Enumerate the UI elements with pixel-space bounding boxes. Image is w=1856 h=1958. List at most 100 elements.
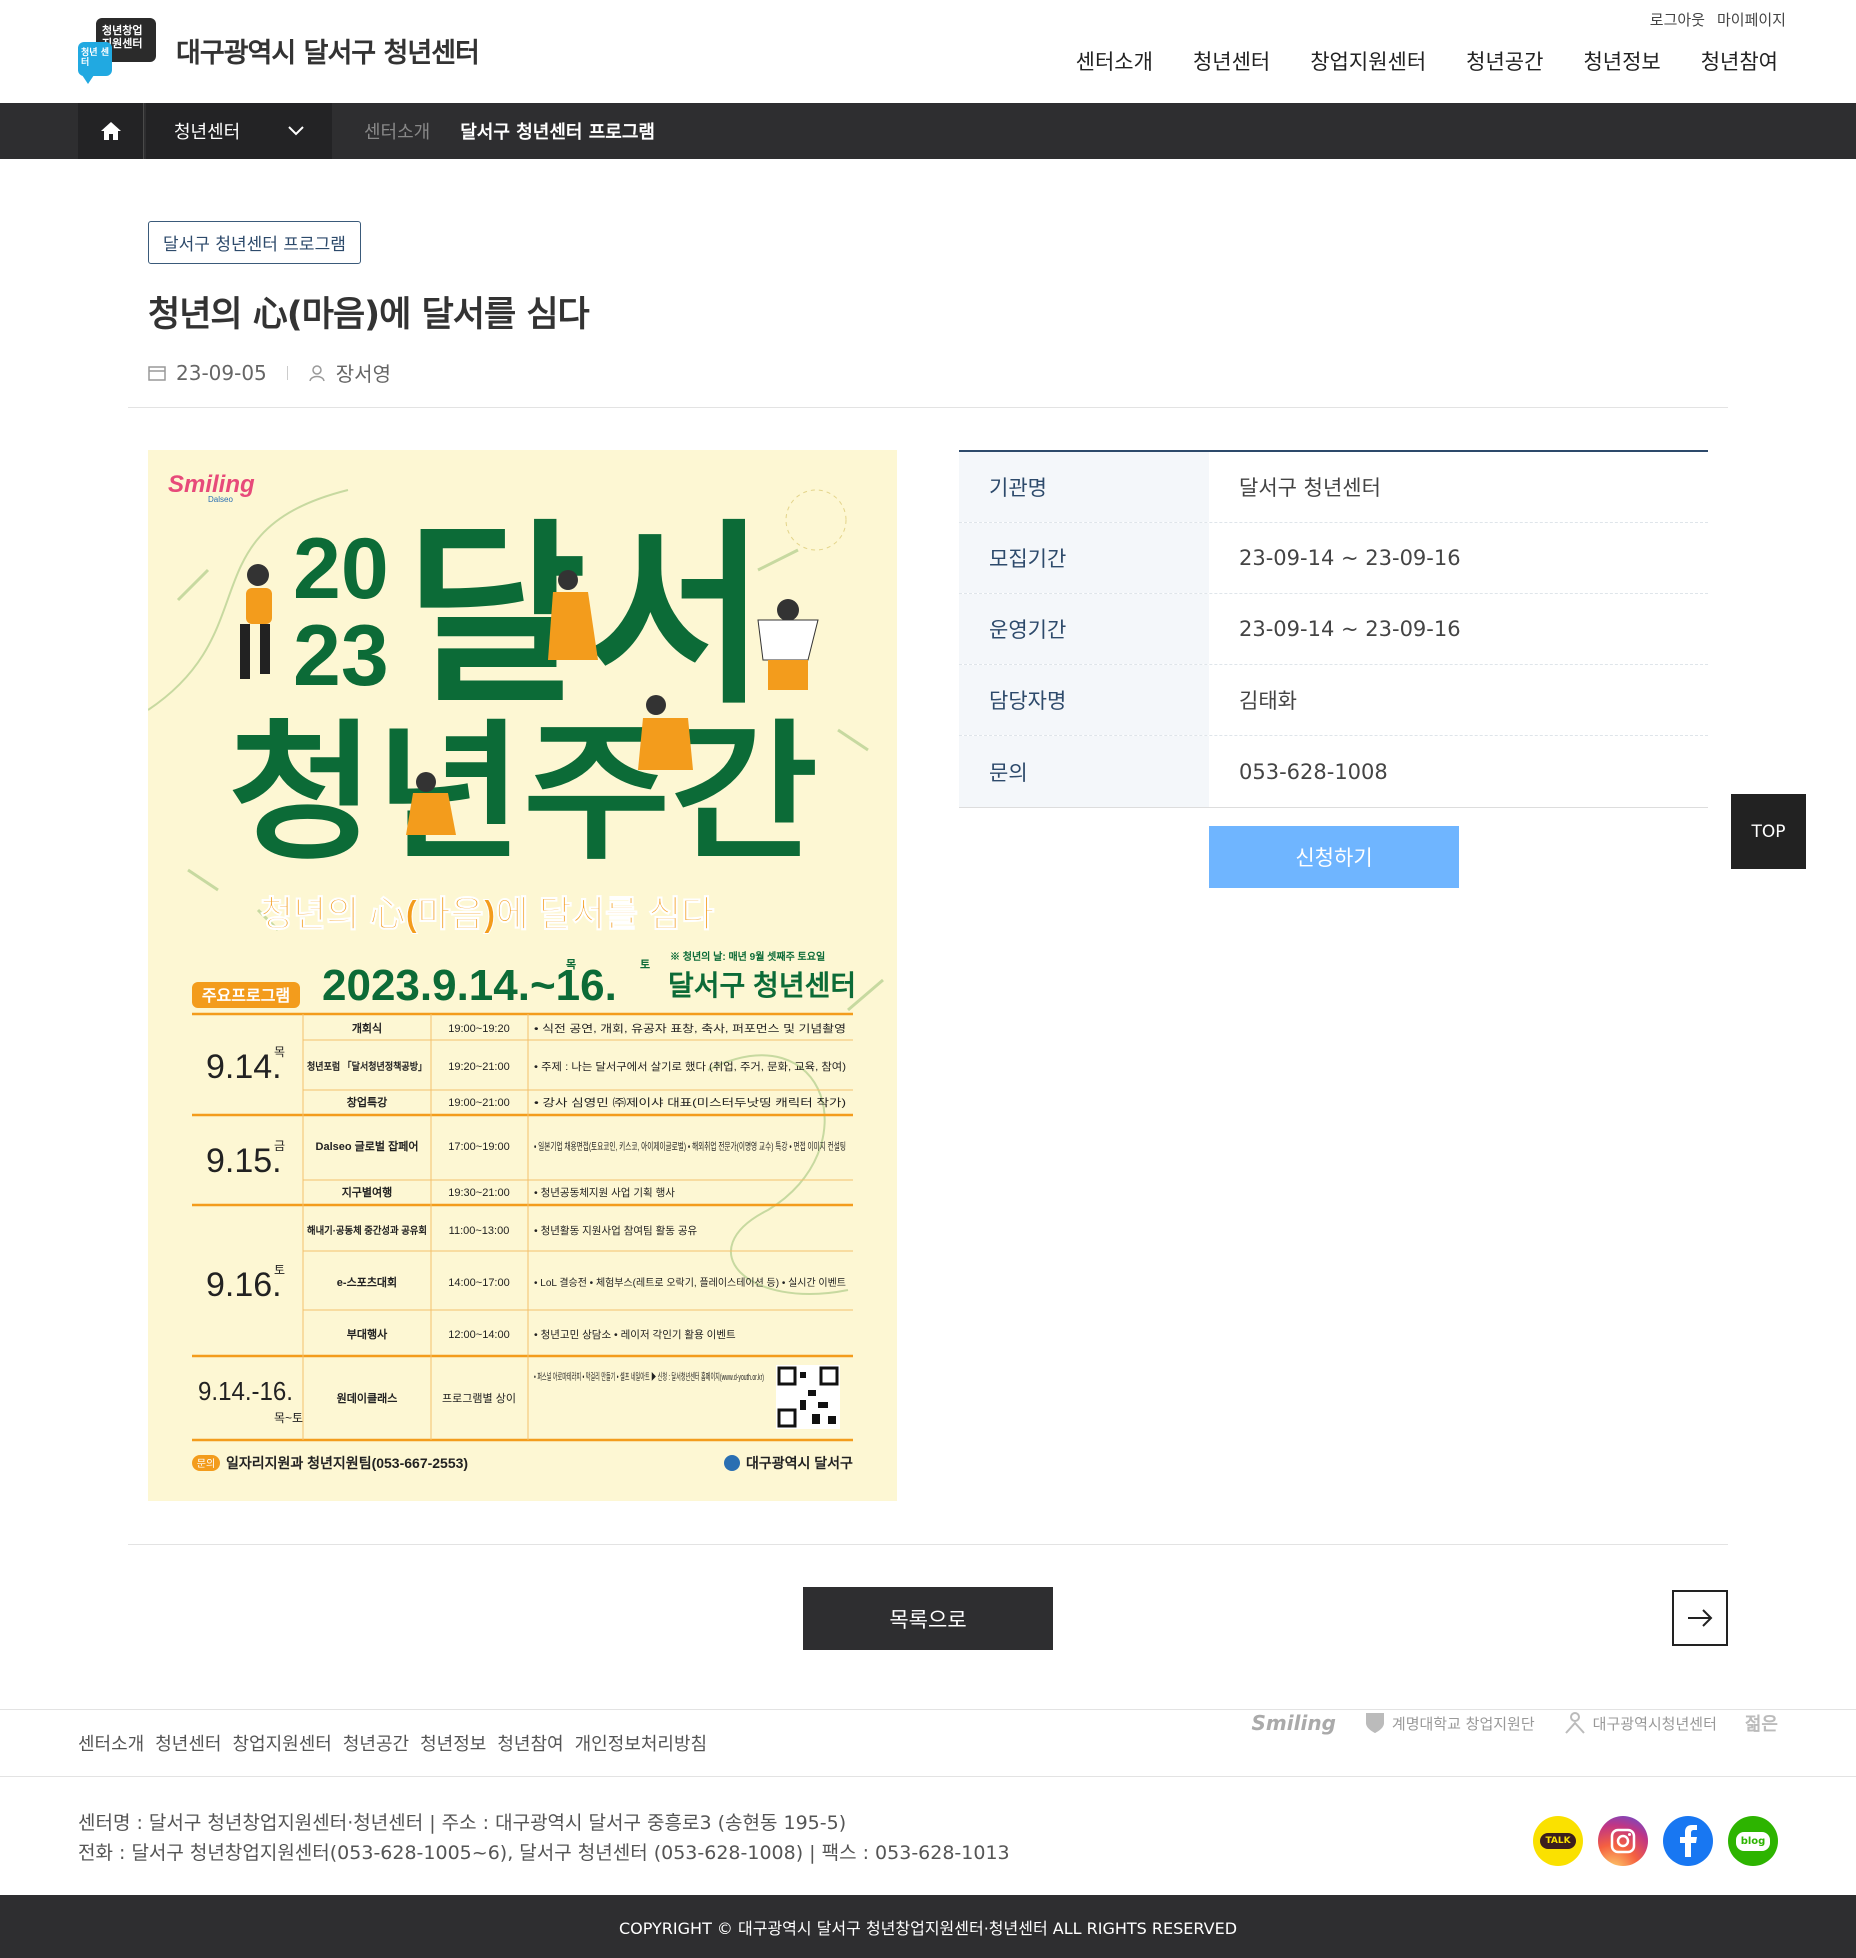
facebook-icon[interactable] <box>1663 1816 1713 1866</box>
poster-contact-tag: 문의 <box>197 1458 215 1470</box>
partner-youth[interactable]: 젊은 <box>1745 1710 1778 1736</box>
footer-link[interactable]: 청년공간 <box>343 1730 409 1756</box>
poster-title-line2: 청년주간 <box>228 709 818 877</box>
info-value: 23-09-14 ~ 23-09-16 <box>1239 617 1461 641</box>
info-row-contact: 문의 053-628-1008 <box>959 736 1708 807</box>
poster-note: ※ 청년의 날: 매년 9월 셋째주 토요일 <box>670 950 825 963</box>
gnb-item-space[interactable]: 청년공간 <box>1466 46 1543 76</box>
svg-text:e-스포츠대회: e-스포츠대회 <box>337 1275 397 1289</box>
svg-text:• 퍼스널 아로마테라피 • 막걸리 만들기 • 셀프 네일: • 퍼스널 아로마테라피 • 막걸리 만들기 • 셀프 네일아트 ▶ 신청 : … <box>534 1371 764 1383</box>
poster-program-tag: 주요프로그램 <box>202 986 290 1005</box>
calendar-icon <box>148 365 166 381</box>
svg-text:프로그램별 상이: 프로그램별 상이 <box>442 1392 516 1405</box>
poster-year-top: 20 <box>293 521 389 617</box>
info-label: 담당자명 <box>959 665 1209 735</box>
blog-icon[interactable]: blog <box>1728 1816 1778 1866</box>
footer-link[interactable]: 청년정보 <box>420 1730 486 1756</box>
logo-text: 대구광역시 달서구 청년센터 <box>176 37 480 69</box>
gnb-item-participation[interactable]: 청년참여 <box>1701 46 1778 76</box>
mypage-link[interactable]: 마이페이지 <box>1717 9 1786 30</box>
svg-text:19:00~19:20: 19:00~19:20 <box>448 1023 509 1035</box>
partner-smiling[interactable]: Smiling <box>1252 1711 1336 1735</box>
footer-address: 센터명 : 달서구 청년창업지원센터·청년센터 | 주소 : 대구광역시 달서구… <box>78 1812 847 1834</box>
next-post-button[interactable] <box>1672 1590 1728 1646</box>
svg-text:19:00~21:00: 19:00~21:00 <box>448 1097 509 1109</box>
poster-year-bottom: 23 <box>293 608 389 704</box>
footer-info: 센터명 : 달서구 청년창업지원센터·청년센터 | 주소 : 대구광역시 달서구… <box>78 1808 1010 1868</box>
post-date-text: 23-09-05 <box>176 360 267 385</box>
svg-text:9.14.-16.: 9.14.-16. <box>198 1376 293 1406</box>
copyright: COPYRIGHT © 대구광역시 달서구 청년창업지원센터·청년센터 ALL … <box>0 1895 1856 1958</box>
home-button[interactable] <box>78 103 144 159</box>
poster-slogan: 청년의 心(마음)에 달서를 심다 <box>260 893 714 934</box>
svg-text:• 청년활동 지원사업 참여팀 활동 공유: • 청년활동 지원사업 참여팀 활동 공유 <box>534 1224 698 1237</box>
poster-org: 대구광역시 달서구 <box>746 1455 853 1471</box>
svg-text:9.16.: 9.16. <box>206 1266 282 1304</box>
poster-contact: 일자리지원과 청년지원팀(053-667-2553) <box>226 1455 468 1471</box>
location-bar: 청년센터 센터소개 달서구 청년센터 프로그램 <box>0 103 1856 159</box>
poster-host: 달서구 청년센터 <box>668 970 856 1001</box>
poster-brand: Smiling <box>168 471 255 498</box>
shield-icon <box>1365 1713 1384 1733</box>
logout-link[interactable]: 로그아웃 <box>1650 9 1705 30</box>
partner-keimyung[interactable]: 계명대학교 창업지원단 <box>1364 1711 1535 1735</box>
info-row-operation-period: 운영기간 23-09-14 ~ 23-09-16 <box>959 594 1708 665</box>
svg-text:지구별여행: 지구별여행 <box>342 1185 393 1199</box>
info-value: 23-09-14 ~ 23-09-16 <box>1239 546 1461 570</box>
site-logo[interactable]: 청년창업 지원센터 청년 센터 대구광역시 달서구 청년센터 <box>78 18 480 84</box>
svg-text:• 식전 공연, 개회, 유공자 표창, 축사, 퍼포먼스: • 식전 공연, 개회, 유공자 표창, 축사, 퍼포먼스 및 기념촬영 <box>534 1023 846 1035</box>
logo-mark: 청년창업 지원센터 청년 센터 <box>78 18 158 84</box>
post-meta: 23-09-05 장서영 <box>148 358 391 387</box>
svg-text:11:00~13:00: 11:00~13:00 <box>449 1225 510 1237</box>
svg-text:원데이클래스: 원데이클래스 <box>337 1391 398 1405</box>
footer-link[interactable]: 센터소개 <box>78 1730 144 1756</box>
footer-link[interactable]: 청년참여 <box>497 1730 563 1756</box>
svg-text:19:20~21:00: 19:20~21:00 <box>448 1061 509 1073</box>
breadcrumb: 센터소개 달서구 청년센터 프로그램 <box>364 103 655 159</box>
svg-text:• 청년공동체지원 사업 기획 행사: • 청년공동체지원 사업 기획 행사 <box>534 1186 675 1199</box>
poster-date-dow1: 목 <box>566 958 576 971</box>
footer-link-privacy[interactable]: 개인정보처리방침 <box>575 1730 707 1756</box>
kakaotalk-icon[interactable]: TALK <box>1533 1816 1583 1866</box>
gnb-item-intro[interactable]: 센터소개 <box>1076 46 1153 76</box>
event-poster: Smiling Dalseo 20 23 달서 청년주간 청년의 心(마음)에 … <box>148 450 897 1501</box>
logo-badge-blue: 청년 센터 <box>78 42 112 84</box>
gnb-item-youth-center[interactable]: 청년센터 <box>1193 46 1270 76</box>
svg-text:17:00~19:00: 17:00~19:00 <box>448 1141 509 1153</box>
back-to-list-button[interactable]: 목록으로 <box>803 1587 1053 1650</box>
apply-button[interactable]: 신청하기 <box>1209 826 1459 888</box>
info-label: 모집기간 <box>959 523 1209 593</box>
info-value: 053-628-1008 <box>1239 759 1388 784</box>
instagram-icon[interactable] <box>1598 1816 1648 1866</box>
chevron-down-icon <box>288 126 304 136</box>
post-date: 23-09-05 <box>148 361 267 385</box>
home-icon <box>100 122 121 140</box>
info-row-org: 기관명 달서구 청년센터 <box>959 452 1708 523</box>
utility-menu: 로그아웃 마이페이지 <box>1650 9 1786 30</box>
svg-text:목~토: 목~토 <box>274 1411 303 1425</box>
gnb-item-info[interactable]: 청년정보 <box>1583 46 1660 76</box>
poster-brand-sub: Dalseo <box>208 495 233 504</box>
svg-text:9.14.: 9.14. <box>206 1048 282 1086</box>
footer-links: 센터소개 청년센터 창업지원센터 청년공간 청년정보 청년참여 개인정보처리방침 <box>78 1730 707 1756</box>
info-row-manager: 담당자명 김태화 <box>959 665 1708 736</box>
scroll-top-button[interactable]: TOP <box>1731 794 1806 869</box>
gnb-item-startup[interactable]: 창업지원센터 <box>1310 46 1426 76</box>
svg-text:부대행사: 부대행사 <box>347 1327 388 1341</box>
partner-logos: Smiling 계명대학교 창업지원단 대구광역시청년센터 젊은 <box>1252 1710 1778 1736</box>
breadcrumb-item[interactable]: 센터소개 <box>364 118 430 144</box>
footer-divider <box>0 1776 1856 1777</box>
depth-select[interactable]: 청년센터 <box>146 103 332 159</box>
footer-link[interactable]: 창업지원센터 <box>233 1730 332 1756</box>
program-info-table: 기관명 달서구 청년센터 모집기간 23-09-14 ~ 23-09-16 운영… <box>959 450 1708 808</box>
svg-text:금: 금 <box>274 1139 285 1153</box>
partner-daegu-youth[interactable]: 대구광역시청년센터 <box>1563 1711 1717 1735</box>
depth-select-label: 청년센터 <box>174 122 241 143</box>
info-label: 문의 <box>959 736 1209 807</box>
post-author: 장서영 <box>308 358 391 387</box>
footer-link[interactable]: 청년센터 <box>155 1730 221 1756</box>
info-label: 운영기간 <box>959 594 1209 664</box>
sns-links: TALK blog <box>1533 1816 1778 1866</box>
svg-text:• 일본기업 채용면접(토요코인, 키스코, 아이제이글로벌: • 일본기업 채용면접(토요코인, 키스코, 아이제이글로벌) • 해외취업 전… <box>534 1140 846 1153</box>
svg-text:• 주제 : 나는 달서구에서 살기로 했다 (취업, 주거: • 주제 : 나는 달서구에서 살기로 했다 (취업, 주거, 문화, 교육, … <box>534 1060 846 1073</box>
